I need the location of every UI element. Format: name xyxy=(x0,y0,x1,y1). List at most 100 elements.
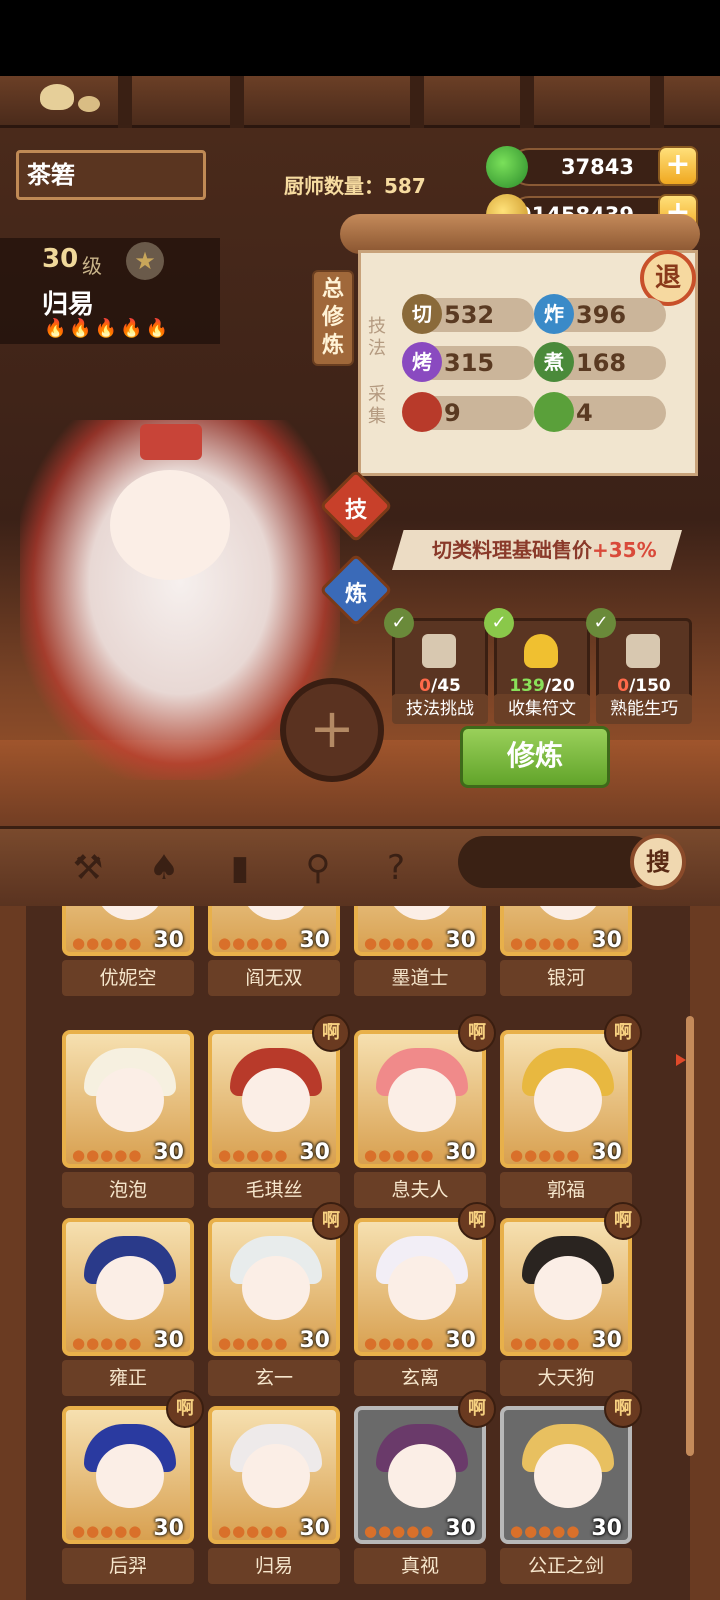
chef-name: 后羿 xyxy=(62,1548,194,1584)
stat-meat-value: 9 xyxy=(444,399,461,427)
rarity-flames-icon: ●●●●● xyxy=(364,934,435,952)
chef-face xyxy=(388,1068,456,1132)
chef-level: 30 xyxy=(445,928,476,953)
chef-count-value: 587 xyxy=(384,174,426,198)
rarity-flames-icon: ●●●●● xyxy=(218,934,289,952)
roast-icon: 烤 xyxy=(402,342,442,382)
chef-name: 真视 xyxy=(354,1548,486,1584)
status-bar xyxy=(0,0,720,76)
search-input[interactable] xyxy=(458,836,658,888)
chef-level: 30 xyxy=(299,1516,330,1541)
rarity-flames-icon: ●●●●● xyxy=(72,934,143,952)
chef-name: 息夫人 xyxy=(354,1172,486,1208)
stat-roast: 烤 315 xyxy=(402,342,534,382)
chef-badge: 啊 xyxy=(166,1390,204,1428)
scrollbar[interactable] xyxy=(686,1016,694,1456)
spoon-icon[interactable]: ♠ xyxy=(142,846,186,890)
jar-icon[interactable]: ▮ xyxy=(218,846,262,890)
chef-face xyxy=(96,1444,164,1508)
cultivate-button[interactable]: 修炼 xyxy=(460,726,610,788)
chef-portrait: ●●●●● 30 xyxy=(208,1030,340,1168)
stat-roast-value: 315 xyxy=(444,349,495,377)
chef-name: 银河 xyxy=(500,960,632,996)
rune-icon xyxy=(524,634,558,668)
beam xyxy=(650,76,664,128)
rarity-flames-icon: ●●●●● xyxy=(364,1334,435,1352)
rarity-flames-icon: 🔥🔥🔥🔥🔥 xyxy=(44,318,172,339)
stat-fry: 炸 396 xyxy=(534,294,666,334)
rarity-flames-icon: ●●●●● xyxy=(218,1522,289,1540)
chef-name: 雍正 xyxy=(62,1360,194,1396)
technique-label: 技法 xyxy=(368,316,386,359)
chef-badge: 啊 xyxy=(458,1202,496,1240)
list-wall xyxy=(0,906,26,1600)
favorite-star-icon[interactable]: ★ xyxy=(126,242,164,280)
chef-name: 优妮空 xyxy=(62,960,194,996)
spatula-icon[interactable]: ⚒ xyxy=(66,846,110,890)
total-cultivation-tab[interactable]: 总修炼 xyxy=(312,270,354,366)
chick-decoration xyxy=(78,96,100,112)
chef-name: 毛琪丝 xyxy=(208,1172,340,1208)
chef-face xyxy=(96,1256,164,1320)
jade-icon xyxy=(486,146,528,188)
task-label: 熟能生巧 xyxy=(596,694,692,724)
chef-level: 30 xyxy=(299,1140,330,1165)
check-icon: ✓ xyxy=(586,608,616,638)
add-equipment-button[interactable]: + xyxy=(280,678,384,782)
beam xyxy=(410,76,424,128)
rarity-flames-icon: ●●●●● xyxy=(510,1146,581,1164)
vegetable-icon xyxy=(534,392,574,432)
rarity-flames-icon: ●●●●● xyxy=(72,1146,143,1164)
chef-face xyxy=(534,906,602,920)
rarity-flames-icon: ●●●●● xyxy=(510,1334,581,1352)
chef-badge: 啊 xyxy=(604,1014,642,1052)
chef-level: 30 xyxy=(153,1516,184,1541)
map-question-icon[interactable]: ? xyxy=(374,846,418,890)
character-level: 30 xyxy=(42,244,79,274)
character-name: 归易 xyxy=(42,290,95,320)
bonus-text: 切类料理基础售价 xyxy=(432,538,592,562)
refine-tab-label: 炼 xyxy=(344,582,367,607)
chef-portrait: ●●●●● 30 xyxy=(62,1030,194,1168)
task-total: /150 xyxy=(629,676,671,696)
stat-fry-value: 396 xyxy=(576,301,627,329)
rarity-flames-icon: ●●●●● xyxy=(72,1334,143,1352)
beam xyxy=(520,76,534,128)
chick-decoration xyxy=(40,84,74,110)
chef-face xyxy=(242,906,310,920)
skill-tab-label: 技 xyxy=(344,498,367,523)
chef-face xyxy=(96,906,164,920)
chef-name: 玄离 xyxy=(354,1360,486,1396)
chef-list[interactable]: ●●●●● 30 优妮空 ●●●●● 30 阎无双 ●●●●● 30 墨道士 ●●●●● 30 银河 ●… xyxy=(26,906,690,1600)
level-unit: 级 xyxy=(82,254,102,278)
chef-name: 阎无双 xyxy=(208,960,340,996)
chef-portrait: ●●●●● 30 xyxy=(354,906,486,956)
chef-face xyxy=(242,1256,310,1320)
task-label: 技法挑战 xyxy=(392,694,488,724)
rarity-flames-icon: ●●●●● xyxy=(364,1146,435,1164)
location-pin-icon[interactable]: ⚲ xyxy=(296,846,340,890)
stat-cut: 切 532 xyxy=(402,294,534,334)
task-total: /45 xyxy=(430,676,461,696)
task-progress: 0/150 xyxy=(596,676,692,696)
task-count: 139 xyxy=(509,676,545,696)
stat-vegetable: 4 xyxy=(534,392,666,432)
add-jade-button[interactable]: + xyxy=(658,146,698,186)
boil-icon: 煮 xyxy=(534,342,574,382)
chef-level: 30 xyxy=(591,1328,622,1353)
chef-level: 30 xyxy=(445,1328,476,1353)
chef-level: 30 xyxy=(591,928,622,953)
chef-count-label: 厨师数量： xyxy=(284,174,384,198)
search-button[interactable]: 搜 xyxy=(630,834,686,890)
check-icon: ✓ xyxy=(484,608,514,638)
chef-badge: 啊 xyxy=(312,1014,350,1052)
chef-level: 30 xyxy=(445,1140,476,1165)
chef-face xyxy=(388,1444,456,1508)
chef-face xyxy=(96,1068,164,1132)
chef-badge: 啊 xyxy=(312,1202,350,1240)
chef-badge: 啊 xyxy=(458,1014,496,1052)
chef-badge: 啊 xyxy=(604,1390,642,1428)
chef-level: 30 xyxy=(153,1140,184,1165)
fry-icon: 炸 xyxy=(534,294,574,334)
kitchen-name[interactable]: 茶箬 xyxy=(16,150,206,200)
